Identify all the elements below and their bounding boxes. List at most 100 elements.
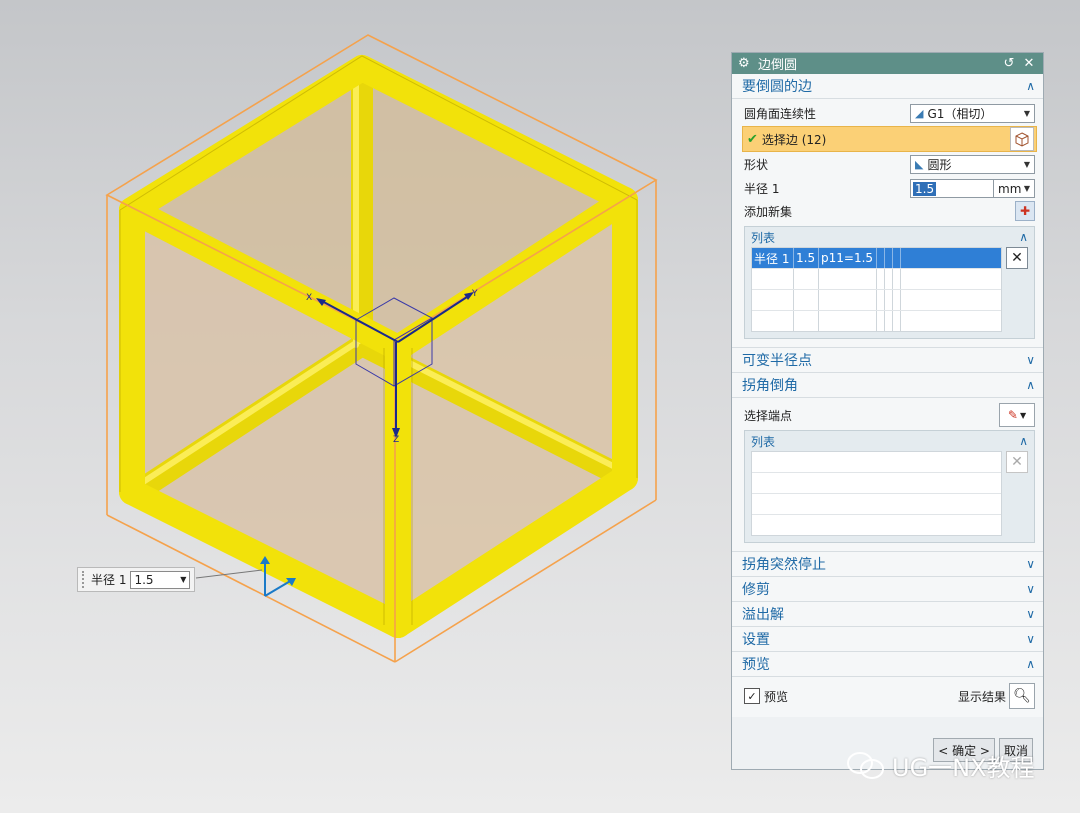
select-edge-label: 选择边 (12)	[761, 132, 827, 147]
section-overflow-title: 溢出解	[742, 607, 784, 623]
section-corner-stop-title: 拐角突然停止	[742, 557, 826, 573]
corner-list-panel: 列表 ∧ ✕	[744, 430, 1035, 543]
section-trim-header[interactable]: 修剪 ∨	[732, 577, 1043, 602]
shape-icon: ◣	[915, 158, 924, 171]
checkmark-icon: ✔	[747, 131, 758, 147]
chevron-up-icon[interactable]: ∧	[1026, 79, 1035, 93]
chevron-down-icon[interactable]: ∨	[1026, 557, 1035, 571]
corner-list-header[interactable]: 列表 ∧	[745, 431, 1034, 451]
floating-radius-input[interactable]: 半径 1 1.5 ▼	[77, 567, 195, 592]
delete-icon[interactable]: ✕	[1006, 451, 1028, 473]
watermark: UG一NX教程	[846, 748, 1035, 783]
corner-list-title: 列表	[751, 434, 776, 449]
point-icon: ✎	[1007, 408, 1018, 422]
chevron-up-icon[interactable]: ∧	[1019, 434, 1028, 448]
section-preview-body: ✓ 预览 显示结果 🔍︎	[732, 677, 1043, 717]
chevron-up-icon[interactable]: ∧	[1026, 378, 1035, 392]
show-result-label: 显示结果	[957, 689, 1006, 704]
section-edges-header[interactable]: 要倒圆的边 ∧	[732, 74, 1043, 99]
add-new-set-label: 添加新集	[744, 204, 793, 219]
chevron-down-icon: ▼	[1023, 109, 1030, 118]
cube-select-icon[interactable]	[1010, 127, 1034, 151]
section-preview-header[interactable]: 预览 ∧	[732, 652, 1043, 677]
chevron-down-icon: ▼	[1023, 184, 1030, 193]
select-edge-row[interactable]: ✔ 选择边 (12)	[742, 126, 1037, 152]
section-preview-title: 预览	[742, 657, 770, 673]
axis-y-label: Y	[471, 289, 478, 299]
watermark-text: UG一NX教程	[892, 754, 1035, 782]
endpoint-select-button[interactable]: ✎ ▼	[999, 403, 1035, 427]
chevron-down-icon[interactable]: ∨	[1026, 632, 1035, 646]
select-endpoint-label: 选择端点	[744, 408, 793, 423]
unit-value: mm	[998, 181, 1022, 196]
preview-checkbox-label: 预览	[764, 689, 789, 704]
chevron-up-icon[interactable]: ∧	[1019, 230, 1028, 244]
chevron-down-icon[interactable]: ∨	[1026, 607, 1035, 621]
table-row	[752, 494, 1001, 515]
edges-list-title: 列表	[751, 230, 776, 245]
continuity-value: G1（相切）	[927, 107, 993, 121]
section-corner-stop-header[interactable]: 拐角突然停止 ∨	[732, 551, 1043, 577]
radius-value: 1.5	[913, 181, 937, 196]
unit-dropdown[interactable]: mm ▼	[994, 179, 1035, 198]
table-row	[752, 452, 1001, 473]
section-edges-title: 要倒圆的边	[742, 79, 812, 95]
floating-radius-label: 半径 1	[91, 573, 127, 587]
section-corner-setback-header[interactable]: 拐角倒角 ∧	[732, 373, 1043, 398]
close-icon[interactable]: ✕	[1021, 56, 1037, 71]
reset-icon[interactable]: ↺	[1001, 56, 1017, 71]
table-row[interactable]: 半径 1 1.5 p11=1.5	[752, 248, 1001, 269]
chat-bubble-icon	[846, 751, 886, 781]
section-settings-header[interactable]: 设置 ∨	[732, 627, 1043, 652]
chevron-up-icon[interactable]: ∧	[1026, 657, 1035, 671]
shape-value: 圆形	[927, 158, 952, 172]
continuity-icon: ◢	[915, 107, 924, 120]
continuity-label: 圆角面连续性	[744, 107, 817, 121]
dialog-title: 边倒圆	[758, 58, 798, 73]
section-corner-setback-title: 拐角倒角	[742, 378, 798, 394]
shape-label: 形状	[744, 158, 769, 172]
table-row	[752, 311, 1001, 331]
chevron-down-icon[interactable]: ▼	[180, 575, 186, 584]
section-corner-setback-body: 选择端点 ✎ ▼ 列表 ∧ ✕	[732, 398, 1043, 551]
dialog-titlebar[interactable]: ⚙ 边倒圆 ↺ ✕	[732, 53, 1043, 74]
floating-radius-field[interactable]: 1.5 ▼	[130, 570, 191, 589]
cell-expression: p11=1.5	[819, 248, 877, 268]
section-edges-body: 圆角面连续性 ◢ G1（相切） ▼ ✔ 选择边 (12) 形状 ◣ 圆形 ▼ 半…	[732, 99, 1043, 347]
preview-checkbox-row[interactable]: ✓ 预览	[744, 688, 788, 705]
floating-radius-value: 1.5	[134, 572, 154, 587]
section-variable-radius-header[interactable]: 可变半径点 ∨	[732, 347, 1043, 373]
table-row	[752, 269, 1001, 290]
chevron-down-icon: ▼	[1019, 410, 1027, 420]
radius-input[interactable]: 1.5	[910, 179, 994, 198]
edge-blend-dialog: ⚙ 边倒圆 ↺ ✕ 要倒圆的边 ∧ 圆角面连续性 ◢ G1（相切） ▼ ✔ 选择…	[731, 52, 1044, 770]
corner-list-table[interactable]	[751, 451, 1002, 536]
show-result-button[interactable]: 🔍︎	[1009, 683, 1035, 709]
magnifier-icon: 🔍︎	[1013, 688, 1031, 704]
chevron-down-icon: ▼	[1023, 160, 1030, 169]
axis-x-label: X	[306, 293, 312, 303]
section-trim-title: 修剪	[742, 582, 770, 598]
drag-grip[interactable]	[82, 571, 87, 588]
axis-z-label: Z	[393, 435, 399, 445]
section-overflow-header[interactable]: 溢出解 ∨	[732, 602, 1043, 627]
radius-label: 半径 1	[744, 182, 780, 196]
shape-dropdown[interactable]: ◣ 圆形 ▼	[910, 155, 1035, 174]
delete-icon[interactable]: ✕	[1006, 247, 1028, 269]
chevron-down-icon[interactable]: ∨	[1026, 353, 1035, 367]
table-row	[752, 290, 1001, 311]
table-row	[752, 515, 1001, 535]
edges-list-table[interactable]: 半径 1 1.5 p11=1.5	[751, 247, 1002, 332]
continuity-dropdown[interactable]: ◢ G1（相切） ▼	[910, 104, 1035, 123]
section-settings-title: 设置	[742, 632, 770, 648]
edges-list-panel: 列表 ∧ 半径 1 1.5 p11=1.5 ✕	[744, 226, 1035, 339]
gear-icon: ⚙	[738, 56, 750, 71]
table-row	[752, 473, 1001, 494]
cell-name: 半径 1	[752, 248, 794, 268]
cell-value: 1.5	[794, 248, 819, 268]
edges-list-header[interactable]: 列表 ∧	[745, 227, 1034, 247]
chevron-down-icon[interactable]: ∨	[1026, 582, 1035, 596]
section-variable-radius-title: 可变半径点	[742, 353, 812, 369]
add-new-set-button[interactable]: ✚	[1015, 201, 1035, 221]
preview-checkbox[interactable]: ✓	[744, 688, 760, 704]
